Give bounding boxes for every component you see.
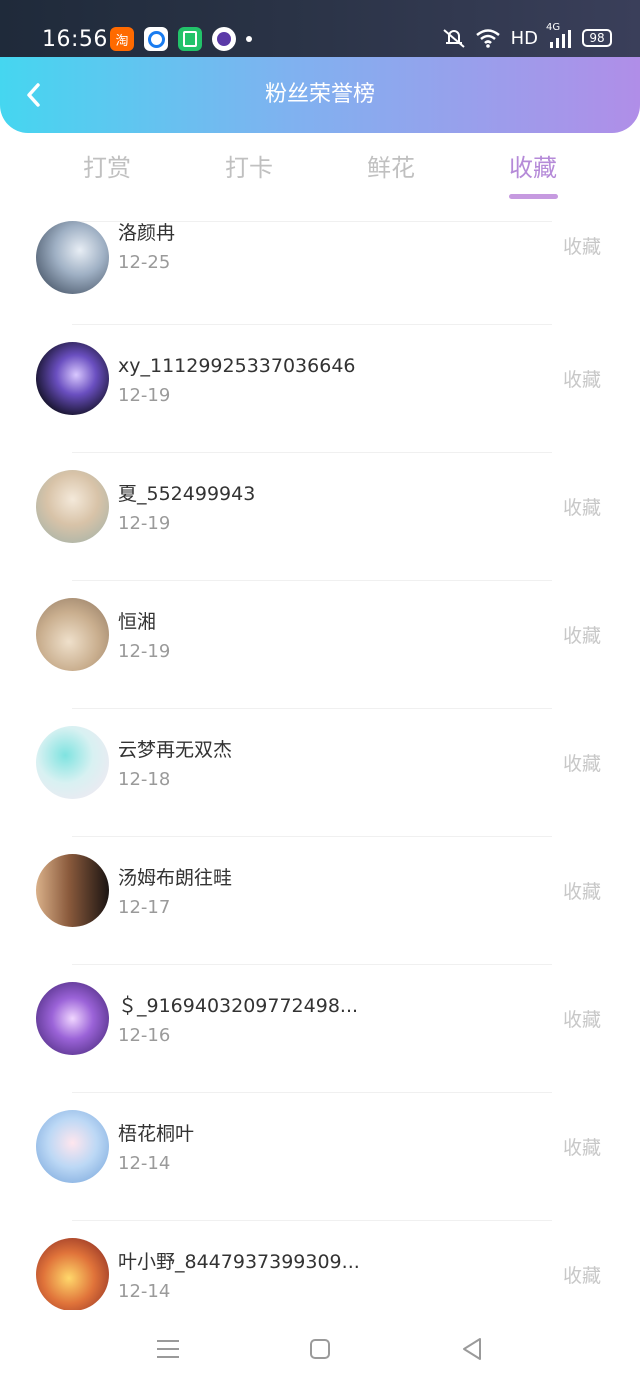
divider — [72, 580, 552, 581]
user-name: xy_11129925337036646 — [118, 355, 356, 377]
user-date: 12-16 — [118, 1025, 171, 1046]
user-date: 12-14 — [118, 1281, 171, 1302]
browser-app-icon — [144, 27, 168, 51]
list-item[interactable]: 恒湘 12-19 收藏 — [0, 580, 640, 708]
avatar — [36, 342, 109, 415]
avatar — [36, 726, 109, 799]
triangle-back-icon — [463, 1338, 481, 1360]
favorite-button[interactable]: 收藏 — [563, 1263, 601, 1289]
status-time: 16:56 — [42, 27, 108, 52]
user-date: 12-25 — [118, 252, 171, 273]
avatar — [36, 470, 109, 543]
system-nav-bar — [0, 1310, 640, 1387]
user-name: 云梦再无双杰 — [118, 739, 233, 761]
avatar — [36, 982, 109, 1055]
divider — [72, 964, 552, 965]
favorite-button[interactable]: 收藏 — [563, 879, 601, 905]
tab-favorites[interactable]: 收藏 — [509, 150, 557, 186]
menu-icon — [157, 1340, 179, 1358]
user-name: ＄_9169403209772498... — [118, 995, 359, 1017]
signal-label: 4G — [546, 22, 561, 33]
bell-mute-icon — [441, 27, 465, 49]
tab-flowers[interactable]: 鲜花 — [367, 150, 415, 186]
network-type: HD — [510, 27, 538, 49]
signal-icon: 4G — [546, 22, 572, 48]
active-tab-indicator — [509, 194, 558, 199]
divider — [72, 836, 552, 837]
tab-reward[interactable]: 打赏 — [83, 150, 131, 186]
status-app-icons: 淘 — [110, 27, 252, 51]
avatar — [36, 1238, 109, 1310]
avatar — [36, 221, 109, 294]
favorite-button[interactable]: 收藏 — [563, 1135, 601, 1161]
status-bar: 16:56 淘 HD 4G 98 — [0, 0, 640, 58]
user-date: 12-18 — [118, 769, 171, 790]
favorite-button[interactable]: 收藏 — [563, 234, 601, 260]
list-item[interactable]: 梧花桐叶 12-14 收藏 — [0, 1092, 640, 1220]
list-item[interactable]: ＄_9169403209772498... 12-16 收藏 — [0, 964, 640, 1092]
user-name: 恒湘 — [118, 611, 157, 633]
page-title: 粉丝荣誉榜 — [264, 82, 375, 107]
user-date: 12-19 — [118, 513, 171, 534]
favorite-button[interactable]: 收藏 — [563, 367, 601, 393]
avatar — [36, 854, 109, 927]
list-item[interactable]: 洛颜冉 12-25 收藏 — [0, 200, 640, 323]
user-name: 叶小野_8447937399309... — [118, 1251, 360, 1273]
user-name: 梧花桐叶 — [118, 1123, 195, 1145]
favorite-button[interactable]: 收藏 — [563, 495, 601, 521]
nav-back-button[interactable] — [454, 1334, 490, 1364]
square-home-icon — [310, 1339, 330, 1359]
divider — [72, 452, 552, 453]
taobao-app-icon: 淘 — [110, 27, 134, 51]
divider — [72, 708, 552, 709]
divider — [72, 1092, 552, 1093]
list-item[interactable]: 夏_552499943 12-19 收藏 — [0, 452, 640, 580]
divider — [72, 1220, 552, 1221]
list-item[interactable]: xy_11129925337036646 12-19 收藏 — [0, 324, 640, 452]
fan-list: 洛颜冉 12-25 收藏 xy_11129925337036646 12-19 … — [0, 200, 640, 1310]
header: 粉丝荣誉榜 — [0, 57, 640, 133]
user-name: 汤姆布朗往畦 — [118, 867, 233, 889]
status-indicators: HD 4G 98 — [441, 22, 612, 49]
user-date: 12-17 — [118, 897, 171, 918]
nav-home-button[interactable] — [302, 1334, 338, 1364]
list-item[interactable]: 云梦再无双杰 12-18 收藏 — [0, 708, 640, 836]
divider — [72, 324, 552, 325]
favorite-button[interactable]: 收藏 — [563, 1007, 601, 1033]
user-date: 12-19 — [118, 641, 171, 662]
user-name: 夏_552499943 — [118, 483, 256, 505]
user-date: 12-19 — [118, 385, 171, 406]
battery-icon: 98 — [582, 29, 612, 47]
avatar — [36, 1110, 109, 1183]
user-date: 12-14 — [118, 1153, 171, 1174]
list-item[interactable]: 汤姆布朗往畦 12-17 收藏 — [0, 836, 640, 964]
notification-dot-icon — [246, 36, 252, 42]
nav-menu-button[interactable] — [150, 1334, 186, 1364]
avatar — [36, 598, 109, 671]
user-name: 洛颜冉 — [118, 222, 176, 244]
purple-app-icon — [212, 27, 236, 51]
green-app-icon — [178, 27, 202, 51]
favorite-button[interactable]: 收藏 — [563, 751, 601, 777]
wifi-icon — [475, 28, 501, 48]
favorite-button[interactable]: 收藏 — [563, 623, 601, 649]
tab-checkin[interactable]: 打卡 — [225, 150, 273, 186]
list-item[interactable]: 叶小野_8447937399309... 12-14 收藏 — [0, 1220, 640, 1310]
